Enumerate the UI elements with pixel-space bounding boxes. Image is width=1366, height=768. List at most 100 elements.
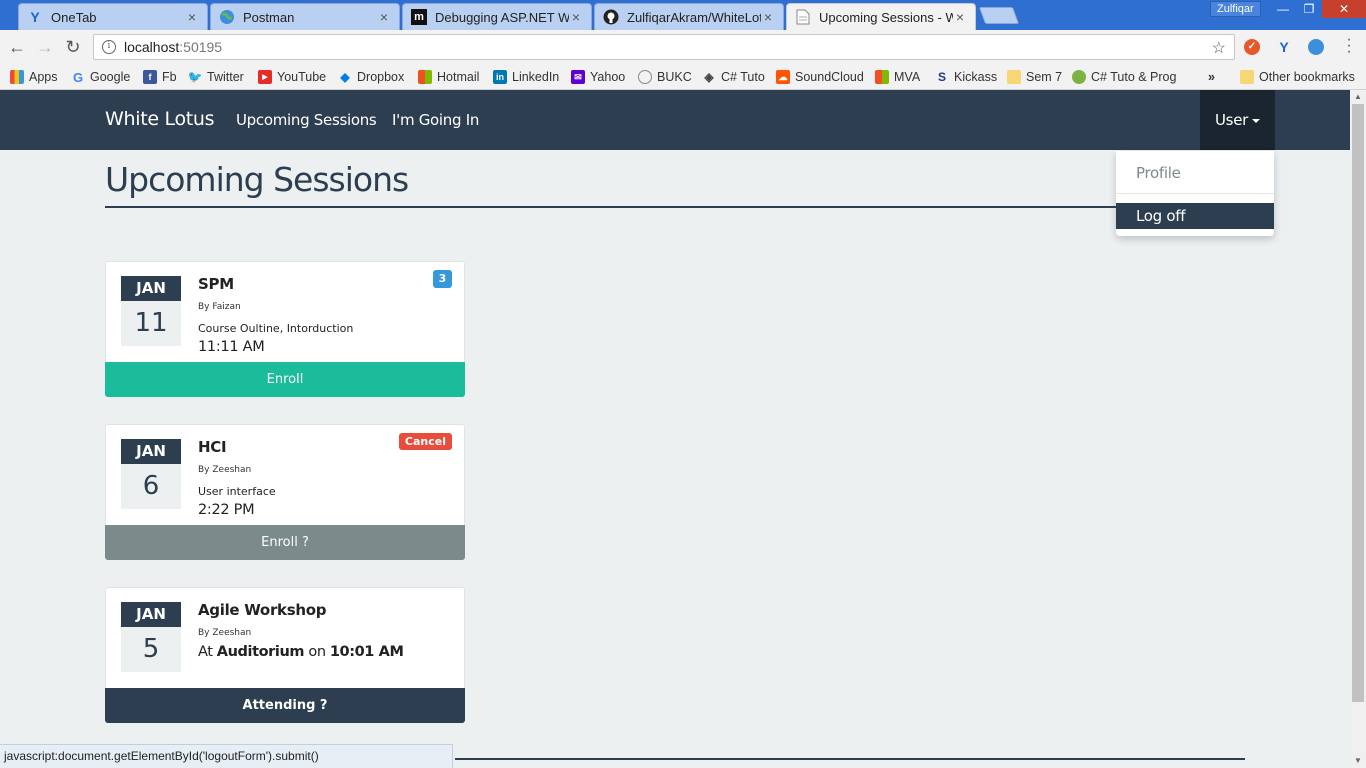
kickass-icon: S	[937, 70, 946, 84]
nav-im-going-in[interactable]: I'm Going In	[392, 111, 479, 129]
session-card: JAN 5 Agile Workshop By Zeeshan At Audit…	[105, 587, 465, 723]
microsoft-logo-icon	[875, 70, 889, 84]
address-bar[interactable]: i localhost:50195 ☆	[93, 34, 1235, 60]
linkedin-icon: in	[493, 70, 507, 84]
nav-upcoming-sessions[interactable]: Upcoming Sessions	[236, 111, 377, 129]
enroll-button[interactable]: Enroll	[105, 362, 465, 397]
bukc-icon	[638, 70, 652, 84]
site-navbar: White Lotus Upcoming Sessions I'm Going …	[0, 90, 1350, 150]
folder-icon	[1240, 70, 1254, 84]
google-icon: G	[72, 69, 84, 85]
bookmark-kickass[interactable]: S Kickass	[935, 68, 997, 86]
title-divider	[105, 206, 1245, 208]
bookmark-bukc[interactable]: BUKC	[638, 68, 692, 86]
browser-tab-onetab[interactable]: Y OneTab ×	[18, 3, 208, 30]
back-arrow-icon[interactable]: ←	[6, 36, 28, 58]
session-speaker: By Zeeshan	[198, 465, 252, 475]
user-dropdown-toggle[interactable]: User	[1200, 90, 1275, 150]
onetab-extension-icon[interactable]: Y	[1276, 39, 1292, 55]
close-icon[interactable]: ×	[569, 9, 583, 25]
page-title: Upcoming Sessions	[105, 160, 409, 199]
bookmark-fb[interactable]: f Fb	[143, 68, 177, 86]
status-bar-url: javascript:document.getElementById('logo…	[0, 744, 453, 768]
bookmark-hotmail[interactable]: Hotmail	[418, 68, 479, 86]
caret-down-icon	[1252, 118, 1260, 123]
bookmark-csharp-tuto-prog[interactable]: C# Tuto & Prog	[1072, 68, 1176, 86]
bookmark-star-icon[interactable]: ☆	[1212, 38, 1226, 58]
session-description: Course Oultine, Intorduction	[198, 322, 354, 335]
bookmark-dropbox[interactable]: ◆ Dropbox	[338, 68, 404, 86]
session-card: JAN 11 SPM 3 By Faizan Course Oultine, I…	[105, 261, 465, 397]
browser-tab-upcoming-sessions[interactable]: Upcoming Sessions - Wh ×	[786, 3, 976, 30]
bookmark-other[interactable]: Other bookmarks	[1240, 68, 1355, 86]
minimize-icon[interactable]: —	[1270, 0, 1296, 18]
session-title: Agile Workshop	[198, 601, 327, 619]
new-tab-button[interactable]	[978, 7, 1020, 24]
attendee-count-badge: 3	[433, 270, 452, 288]
browser-tab-postman[interactable]: Postman ×	[210, 3, 400, 30]
page-viewport: White Lotus Upcoming Sessions I'm Going …	[0, 90, 1350, 768]
date-day: 11	[121, 301, 181, 346]
date-month: JAN	[121, 276, 181, 301]
scroll-down-icon[interactable]: ▼	[1350, 754, 1366, 768]
globe-extension-icon[interactable]	[1308, 39, 1324, 55]
user-dropdown-menu: Profile Log off	[1116, 151, 1274, 236]
windows-logo-icon	[418, 70, 432, 84]
twitter-icon: 🐦	[187, 70, 203, 84]
session-description: User interface	[198, 485, 276, 498]
bookmark-youtube[interactable]: ▶ YouTube	[258, 68, 326, 86]
date-month: JAN	[121, 439, 181, 464]
close-icon[interactable]: ×	[377, 9, 391, 25]
attending-button[interactable]: Attending ?	[105, 688, 465, 723]
leaf-icon	[1072, 70, 1086, 84]
browser-tab-github[interactable]: ZulfiqarAkram/WhiteLotu ×	[594, 3, 784, 30]
bookmark-google[interactable]: G Google	[71, 68, 130, 86]
extension-check-icon[interactable]: ✓	[1244, 39, 1260, 55]
onetab-icon: Y	[30, 9, 40, 25]
bookmark-csharp-tuto[interactable]: ◈ C# Tuto	[702, 68, 764, 86]
reload-icon[interactable]: ↻	[62, 36, 84, 58]
brand-link[interactable]: White Lotus	[105, 108, 215, 130]
date-box: JAN 5	[121, 602, 181, 672]
browser-tab-debugging[interactable]: m Debugging ASP.NET Wel ×	[402, 3, 592, 30]
close-icon[interactable]: ×	[953, 9, 967, 25]
youtube-icon: ▶	[258, 70, 272, 84]
scroll-up-icon[interactable]: ▲	[1350, 90, 1366, 104]
close-icon[interactable]: ×	[761, 9, 775, 25]
session-time: 11:11 AM	[198, 339, 265, 355]
bookmark-soundcloud[interactable]: ☁ SoundCloud	[776, 68, 864, 86]
date-box: JAN 11	[121, 276, 181, 346]
menu-item-profile[interactable]: Profile	[1116, 161, 1274, 185]
scrollbar-thumb[interactable]	[1352, 104, 1364, 702]
info-icon[interactable]: i	[102, 40, 116, 54]
browser-profile-button[interactable]: Zulfiqar	[1210, 1, 1261, 17]
date-day: 5	[121, 627, 181, 672]
forward-arrow-icon[interactable]: →	[34, 36, 56, 58]
footer-divider	[455, 758, 1245, 760]
session-location-time: At Auditorium on 10:01 AM	[198, 644, 404, 660]
cancel-badge-button[interactable]: Cancel	[398, 433, 452, 450]
session-title: SPM	[198, 275, 234, 293]
session-title: HCI	[198, 438, 227, 456]
session-time: 2:22 PM	[198, 502, 255, 518]
dropbox-icon: ◆	[340, 70, 350, 84]
bookmark-linkedin[interactable]: in LinkedIn	[493, 68, 559, 86]
folder-icon	[1007, 70, 1021, 84]
bookmark-sem7[interactable]: Sem 7	[1007, 68, 1062, 86]
bookmarks-overflow-button[interactable]: »	[1208, 68, 1215, 86]
enroll-question-button[interactable]: Enroll ?	[105, 525, 465, 560]
bookmark-twitter[interactable]: 🐦 Twitter	[188, 68, 244, 86]
bookmark-mva[interactable]: MVA	[875, 68, 920, 86]
bookmark-apps[interactable]: Apps	[10, 68, 58, 86]
maximize-icon[interactable]: ❐	[1296, 0, 1322, 18]
session-card: JAN 6 HCI Cancel By Zeeshan User interfa…	[105, 424, 465, 560]
globe-icon	[219, 9, 235, 25]
window-close-icon[interactable]: ✕	[1322, 0, 1366, 18]
browser-menu-icon[interactable]: · · ·	[1344, 32, 1354, 60]
page-scrollbar[interactable]: ▲ ▼	[1350, 90, 1366, 768]
bookmark-yahoo[interactable]: ✉ Yahoo	[571, 68, 625, 86]
browser-toolbar: ← → ↻ i localhost:50195 ☆ ✓ Y · · ·	[0, 30, 1366, 64]
close-icon[interactable]: ×	[185, 9, 199, 25]
session-speaker: By Zeeshan	[198, 628, 252, 638]
page-icon	[795, 9, 811, 25]
